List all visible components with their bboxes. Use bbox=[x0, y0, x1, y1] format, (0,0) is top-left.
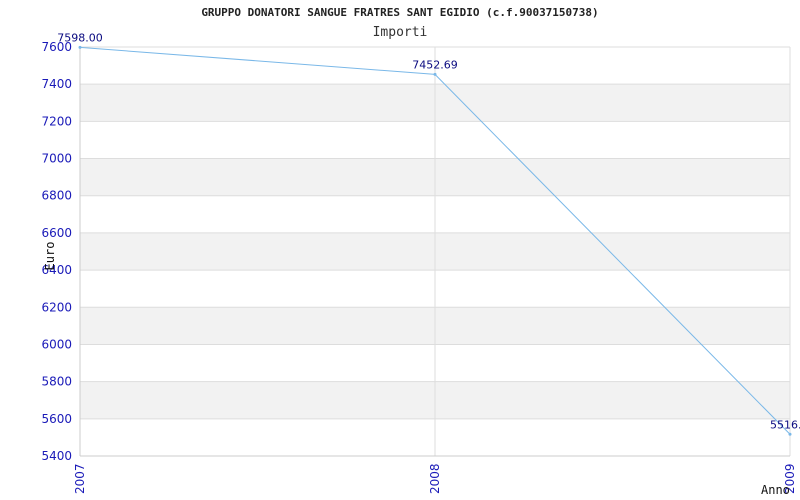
data-point bbox=[78, 45, 82, 49]
y-tick-label: 7000 bbox=[41, 152, 72, 166]
y-tick-label: 7400 bbox=[41, 77, 72, 91]
line-chart: 5400560058006000620064006600680070007200… bbox=[41, 31, 800, 497]
data-point bbox=[433, 72, 437, 76]
x-tick-labels: 2007 2008 2009 bbox=[73, 463, 797, 494]
y-axis-label: Euro bbox=[43, 242, 57, 271]
y-tick-label: 6600 bbox=[41, 226, 72, 240]
x-tick-label: 2008 bbox=[428, 463, 442, 494]
y-tick-label: 6200 bbox=[41, 300, 72, 314]
y-tick-label: 7200 bbox=[41, 114, 72, 128]
x-tick-label: 2007 bbox=[73, 463, 87, 494]
data-label: 5516.8 bbox=[770, 418, 800, 431]
x-axis-label: Anno bbox=[761, 483, 790, 497]
data-label: 7598.00 bbox=[57, 31, 103, 44]
y-tick-label: 6800 bbox=[41, 189, 72, 203]
y-tick-label: 5800 bbox=[41, 375, 72, 389]
data-label: 7452.69 bbox=[412, 58, 458, 71]
data-point bbox=[788, 432, 792, 436]
y-tick-label: 5400 bbox=[41, 449, 72, 463]
y-tick-label: 6000 bbox=[41, 337, 72, 351]
y-tick-label: 5600 bbox=[41, 412, 72, 426]
